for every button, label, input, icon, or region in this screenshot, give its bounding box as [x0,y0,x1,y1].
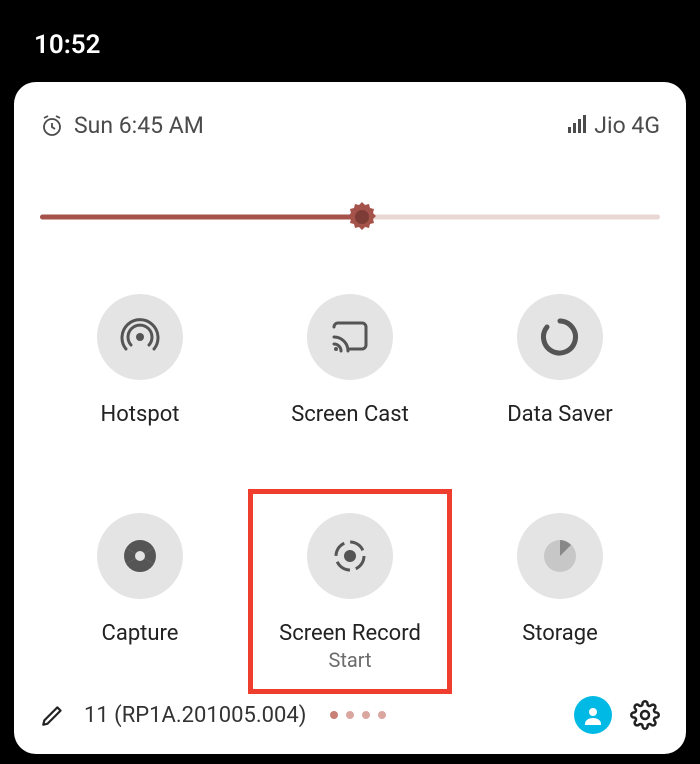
footer: 11 (RP1A.201005.004) [40,672,660,734]
slider-thumb[interactable] [346,201,378,233]
quick-settings-panel: Sun 6:45 AM Jio 4G [14,82,686,754]
version-label: 11 (RP1A.201005.004) [84,703,306,728]
hotspot-icon [97,294,183,380]
alarm-time: Sun 6:45 AM [74,112,204,139]
tile-label: Storage [522,621,598,646]
status-bar: Sun 6:45 AM Jio 4G [40,112,660,139]
tile-label: Capture [102,621,179,646]
page-dot [346,711,354,719]
tile-screen-cast[interactable]: Screen Cast [250,294,450,427]
brightness-slider[interactable] [40,207,660,226]
device-clock: 10:52 [34,30,101,60]
page-dot [362,711,370,719]
status-right: Jio 4G [568,112,660,139]
data-saver-icon [517,294,603,380]
tile-screen-record[interactable]: Screen Record Start [250,513,450,672]
capture-icon [97,513,183,599]
edit-icon[interactable] [40,702,66,728]
tiles-grid: Hotspot Screen Cast [40,294,660,672]
tile-label: Screen Cast [291,402,409,427]
tile-storage[interactable]: Storage [460,513,660,672]
record-icon [307,513,393,599]
page-dot [378,711,386,719]
tile-label: Hotspot [101,402,180,427]
settings-icon[interactable] [630,700,660,730]
status-left: Sun 6:45 AM [40,112,204,139]
tile-label: Screen Record [279,621,421,646]
cast-icon [307,294,393,380]
tile-capture[interactable]: Capture [40,513,240,672]
tile-hotspot[interactable]: Hotspot [40,294,240,427]
user-avatar[interactable] [574,696,612,734]
signal-icon [568,112,588,139]
page-indicator[interactable] [330,711,386,719]
storage-icon [517,513,603,599]
tile-label: Data Saver [507,402,613,427]
tile-data-saver[interactable]: Data Saver [460,294,660,427]
slider-fill [40,214,362,219]
carrier-label: Jio 4G [594,112,660,139]
alarm-icon [40,114,64,138]
page-dot [330,711,338,719]
tile-sublabel: Start [279,648,421,672]
